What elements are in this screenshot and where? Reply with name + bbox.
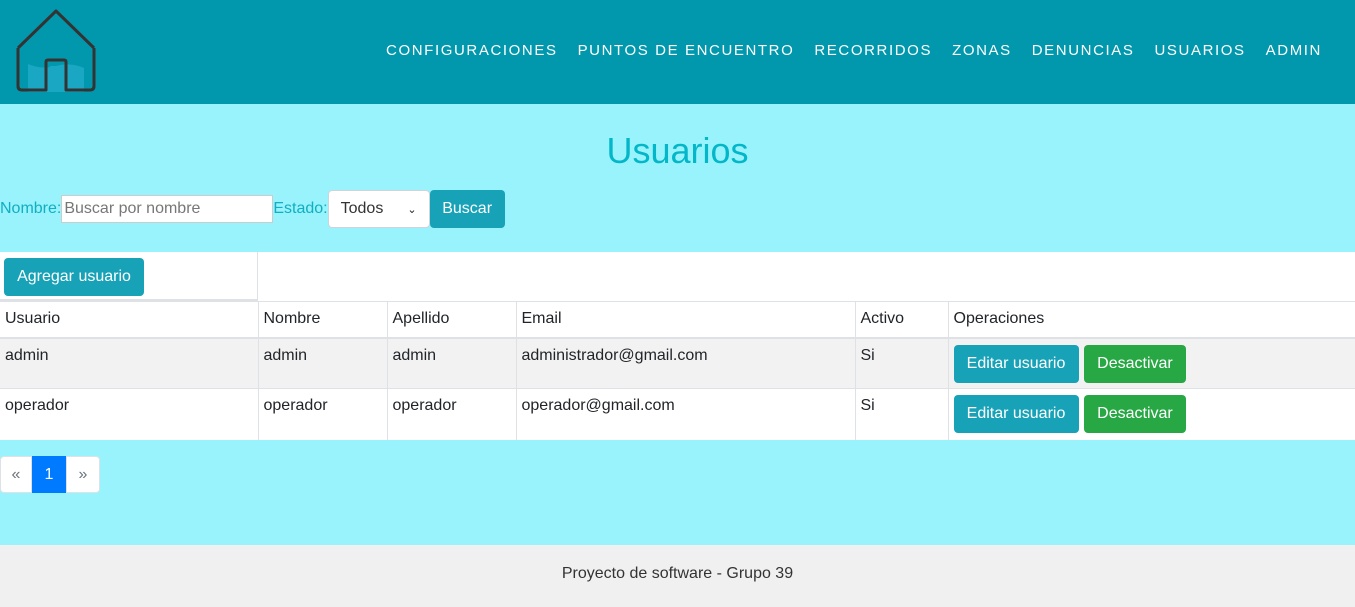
cell-apellido: admin	[387, 337, 517, 389]
column-header-apellido: Apellido	[387, 301, 517, 339]
table-row: admin admin admin administrador@gmail.co…	[0, 337, 1355, 389]
search-button[interactable]: Buscar	[429, 190, 505, 228]
edit-user-button[interactable]: Editar usuario	[953, 344, 1079, 383]
cell-usuario: admin	[0, 337, 259, 389]
column-header-nombre: Nombre	[258, 301, 388, 339]
nav-item-configuraciones[interactable]: CONFIGURACIONES	[386, 41, 558, 61]
pagination-prev-button[interactable]: «	[0, 456, 32, 493]
column-header-usuario: Usuario	[0, 301, 259, 339]
pagination-page-1[interactable]: 1	[32, 456, 66, 493]
cell-nombre: operador	[258, 388, 388, 440]
nav-item-usuarios[interactable]: USUARIOS	[1155, 41, 1246, 61]
column-header-activo: Activo	[855, 301, 949, 339]
name-label: Nombre:	[0, 200, 62, 217]
cell-usuario: operador	[0, 388, 259, 440]
navbar: CONFIGURACIONES PUNTOS DE ENCUENTRO RECO…	[0, 0, 1355, 104]
cell-operaciones: Editar usuario Desactivar	[948, 388, 1355, 440]
users-table: Agregar usuario Usuario Nombre Apellido …	[0, 252, 1355, 440]
nav-item-denuncias[interactable]: DENUNCIAS	[1032, 41, 1135, 61]
chevron-down-icon: ⌄	[407, 203, 417, 216]
cell-apellido: operador	[387, 388, 517, 440]
estado-selected-value: Todos	[340, 200, 384, 217]
users-table-grid: Usuario Nombre Apellido Email Activo Ope…	[0, 301, 1355, 440]
add-user-cell: Agregar usuario	[0, 252, 258, 301]
page-title: Usuarios	[606, 130, 749, 171]
nav-item-recorridos[interactable]: RECORRIDOS	[814, 41, 932, 61]
house-icon[interactable]	[14, 8, 98, 94]
nav-item-puntos-de-encuentro[interactable]: PUNTOS DE ENCUENTRO	[578, 41, 795, 61]
add-user-button[interactable]: Agregar usuario	[4, 258, 144, 296]
deactivate-user-button[interactable]: Desactivar	[1083, 344, 1186, 383]
nav-menu: CONFIGURACIONES PUNTOS DE ENCUENTRO RECO…	[386, 41, 1322, 61]
estado-label: Estado:	[273, 200, 328, 217]
cell-activo: Si	[855, 388, 949, 440]
pagination: « 1 »	[0, 456, 100, 493]
footer-text: Proyecto de software - Grupo 39	[561, 565, 794, 582]
column-header-operaciones: Operaciones	[948, 301, 1355, 339]
cell-nombre: admin	[258, 337, 388, 389]
cell-activo: Si	[855, 337, 949, 389]
search-form: Nombre: Estado: Todos ⌄ Buscar	[0, 190, 505, 228]
nav-item-admin[interactable]: ADMIN	[1266, 41, 1322, 61]
cell-email: operador@gmail.com	[516, 388, 856, 440]
edit-user-button[interactable]: Editar usuario	[953, 395, 1079, 433]
cell-operaciones: Editar usuario Desactivar	[948, 337, 1355, 389]
cell-email: administrador@gmail.com	[516, 337, 856, 389]
nav-item-zonas[interactable]: ZONAS	[952, 41, 1012, 61]
table-row: operador operador operador operador@gmai…	[0, 388, 1355, 440]
pagination-next-button[interactable]: »	[66, 456, 100, 493]
footer: Proyecto de software - Grupo 39	[0, 545, 1355, 607]
estado-select[interactable]: Todos ⌄	[327, 190, 430, 228]
column-header-email: Email	[516, 301, 856, 339]
table-toolbar: Agregar usuario	[0, 252, 1355, 301]
name-search-input[interactable]	[61, 195, 274, 223]
table-header-row: Usuario Nombre Apellido Email Activo Ope…	[0, 301, 1355, 339]
deactivate-user-button[interactable]: Desactivar	[1083, 395, 1186, 433]
